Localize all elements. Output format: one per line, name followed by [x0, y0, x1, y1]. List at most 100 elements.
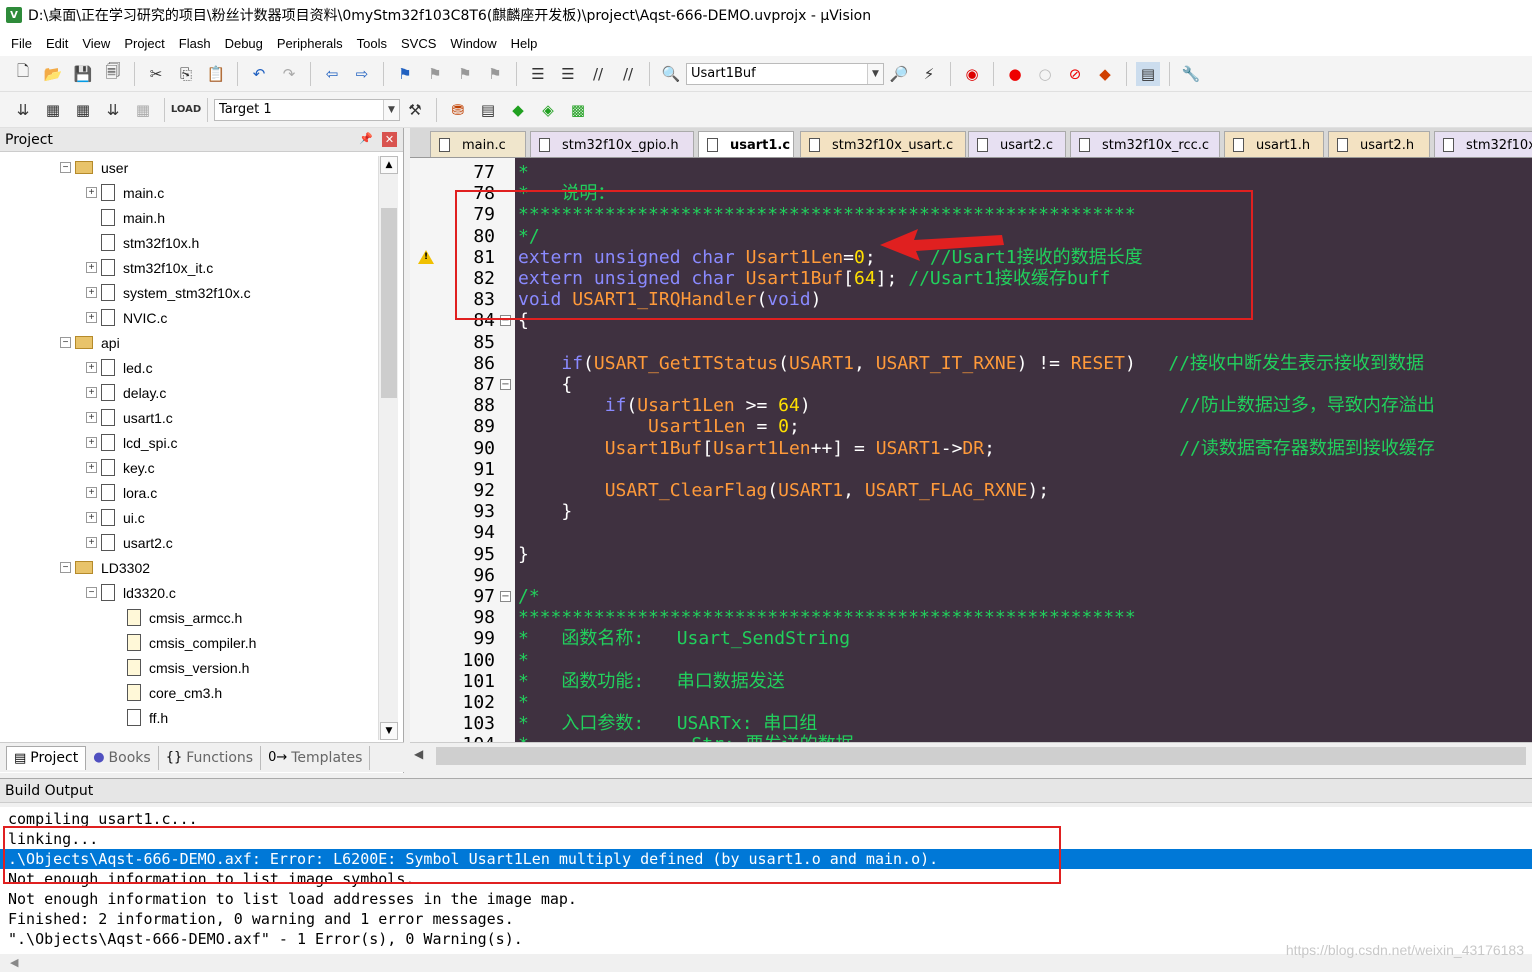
code-line[interactable]: }: [518, 544, 529, 565]
expand-icon[interactable]: [112, 687, 123, 698]
code-line[interactable]: }: [518, 501, 572, 522]
run-time-environment-icon[interactable]: ▩: [566, 98, 590, 122]
editor-tab-usart1-h[interactable]: usart1.h: [1224, 131, 1324, 157]
clear-bookmarks-icon[interactable]: ⚑: [483, 62, 507, 86]
indent-icon[interactable]: ☰: [526, 62, 550, 86]
code-line[interactable]: */: [518, 226, 540, 247]
manage-project-items-icon[interactable]: ▤: [476, 98, 500, 122]
build-output-line[interactable]: compiling usart1.c...: [0, 809, 1532, 829]
select-packs-icon[interactable]: ◆: [506, 98, 530, 122]
tree-file[interactable]: + lcd_spi.c: [86, 430, 177, 455]
tree-folder[interactable]: − api: [60, 330, 120, 355]
disable-all-breakpoints-icon[interactable]: ⊘: [1063, 62, 1087, 86]
uncomment-icon[interactable]: //: [616, 62, 640, 86]
open-folder-icon[interactable]: 📂: [41, 62, 65, 86]
code-line[interactable]: extern unsigned char Usart1Buf[64]; //Us…: [518, 268, 1110, 289]
scroll-thumb[interactable]: [436, 747, 1526, 765]
expand-icon[interactable]: [112, 637, 123, 648]
kill-all-breakpoints-icon[interactable]: ◆: [1093, 62, 1117, 86]
code-line[interactable]: * Str: 要发送的数据: [518, 734, 854, 742]
tab-functions[interactable]: {} Functions: [159, 745, 262, 770]
new-file-icon[interactable]: 🗋: [11, 62, 35, 86]
scroll-left-icon[interactable]: ◀: [10, 956, 18, 969]
tree-file[interactable]: cmsis_compiler.h: [112, 630, 256, 655]
menu-flash[interactable]: Flash: [172, 36, 218, 51]
tree-file[interactable]: + NVIC.c: [86, 305, 167, 330]
expand-icon[interactable]: [112, 662, 123, 673]
code-line[interactable]: Usart1Len = 0;: [518, 416, 800, 437]
editor-tab-usart2-c[interactable]: usart2.c: [968, 131, 1066, 157]
editor-tab-usart1-c[interactable]: usart1.c: [698, 131, 794, 157]
copy-icon[interactable]: ⎘: [174, 62, 198, 86]
menu-window[interactable]: Window: [443, 36, 503, 51]
target-combo[interactable]: Target 1 ▼: [214, 98, 400, 121]
tree-file[interactable]: − ld3320.c: [86, 580, 176, 605]
expand-icon[interactable]: [86, 237, 97, 248]
fold-toggle-icon[interactable]: −: [500, 379, 511, 390]
expand-icon[interactable]: +: [86, 287, 97, 298]
editor-tab-usart2-h[interactable]: usart2.h: [1328, 131, 1430, 157]
expand-icon[interactable]: [112, 612, 123, 623]
expand-icon[interactable]: +: [86, 462, 97, 473]
collapse-icon[interactable]: −: [60, 162, 71, 173]
build-output-line[interactable]: Finished: 2 information, 0 warning and 1…: [0, 909, 1532, 929]
menu-debug[interactable]: Debug: [218, 36, 270, 51]
insert-breakpoint-icon[interactable]: ●: [1003, 62, 1027, 86]
comment-icon[interactable]: //: [586, 62, 610, 86]
code-line[interactable]: * 函数功能: 串口数据发送: [518, 671, 785, 692]
download-icon[interactable]: LOAD: [171, 98, 201, 122]
build-output-line[interactable]: linking...: [0, 829, 1532, 849]
expand-icon[interactable]: +: [86, 412, 97, 423]
editor-tab-stm32f10x-gpio-h[interactable]: stm32f10x_gpio.h: [530, 131, 694, 157]
editor-tab-stm32f10x[interactable]: stm32f10x: [1434, 131, 1532, 157]
navigate-forward-icon[interactable]: ⇨: [350, 62, 374, 86]
find-icon[interactable]: 🔎: [887, 62, 911, 86]
code-editor[interactable]: ! 77 78 79 80 81 82 83 84 85 86 87 88 89 90 91 92 93 94 95…: [410, 158, 1532, 742]
next-bookmark-icon[interactable]: ⚑: [453, 62, 477, 86]
batch-build-icon[interactable]: ⇊: [101, 98, 125, 122]
incremental-find-icon[interactable]: ⚡: [917, 62, 941, 86]
unindent-icon[interactable]: ☰: [556, 62, 580, 86]
fold-toggle-icon[interactable]: −: [500, 315, 511, 327]
code-line[interactable]: Usart1Buf[Usart1Len++] = USART1->DR; //读…: [518, 438, 1435, 459]
tree-file[interactable]: cmsis_version.h: [112, 655, 249, 680]
rebuild-icon[interactable]: ▦: [71, 98, 95, 122]
menu-edit[interactable]: Edit: [39, 36, 75, 51]
build-output-line[interactable]: Not enough information to list load addr…: [0, 889, 1532, 909]
previous-bookmark-icon[interactable]: ⚑: [423, 62, 447, 86]
manage-components-icon[interactable]: ⛃: [446, 98, 470, 122]
code-line[interactable]: * 函数名称: Usart_SendString: [518, 628, 850, 649]
tree-file[interactable]: + lora.c: [86, 480, 157, 505]
collapse-icon[interactable]: −: [60, 337, 71, 348]
expand-icon[interactable]: +: [86, 187, 97, 198]
save-icon[interactable]: 💾: [71, 62, 95, 86]
tree-folder[interactable]: − LD3302: [60, 555, 150, 580]
tree-file[interactable]: + usart1.c: [86, 405, 173, 430]
tab-books[interactable]: ● Books: [86, 745, 159, 770]
expand-icon[interactable]: [86, 212, 97, 223]
expand-icon[interactable]: +: [86, 487, 97, 498]
debug-session-icon[interactable]: ◉: [960, 62, 984, 86]
stop-build-icon[interactable]: ▦: [131, 98, 155, 122]
code-line[interactable]: /*: [518, 586, 540, 607]
target-options-icon[interactable]: ⚒: [403, 98, 427, 122]
tree-file[interactable]: core_cm3.h: [112, 680, 222, 705]
expand-icon[interactable]: +: [86, 512, 97, 523]
build-output-line[interactable]: Not enough information to list image sym…: [0, 869, 1532, 889]
code-line[interactable]: *: [518, 650, 529, 671]
code-line[interactable]: USART_ClearFlag(USART1, USART_FLAG_RXNE)…: [518, 480, 1049, 501]
code-line[interactable]: * 说明：: [518, 183, 615, 204]
chevron-down-icon[interactable]: ▼: [383, 99, 399, 120]
tree-folder[interactable]: − user: [60, 155, 128, 180]
menu-tools[interactable]: Tools: [350, 36, 394, 51]
editor-tab-main-c[interactable]: main.c: [430, 131, 526, 157]
warning-icon[interactable]: !: [418, 250, 434, 264]
build-icon[interactable]: ▦: [41, 98, 65, 122]
code-line[interactable]: *: [518, 162, 529, 183]
tab-templates[interactable]: 0→ Templates: [261, 745, 371, 770]
menu-peripherals[interactable]: Peripherals: [270, 36, 350, 51]
scroll-up-icon[interactable]: ▲: [380, 156, 398, 174]
save-all-icon[interactable]: 🗐: [101, 62, 125, 86]
fold-toggle-icon[interactable]: −: [500, 591, 511, 602]
code-line[interactable]: if(Usart1Len >= 64) //防止数据过多，导致内存溢出: [518, 395, 1435, 416]
